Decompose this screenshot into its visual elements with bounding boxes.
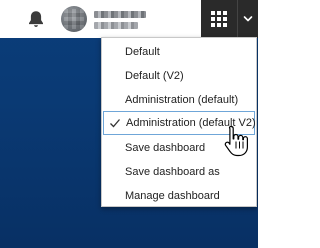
menu-item-label: Administration (default): [125, 94, 239, 106]
menu-item-default-v2[interactable]: Default (V2): [102, 64, 256, 88]
checkmark-icon: [110, 119, 120, 128]
dashboard-menu: Default Default (V2) Administration (def…: [101, 37, 257, 207]
menu-item-label: Default: [125, 46, 160, 58]
chevron-down-icon: [243, 16, 253, 22]
user-subtitle: [94, 22, 138, 29]
apps-button[interactable]: [201, 0, 237, 38]
user-info[interactable]: [94, 9, 150, 31]
user-avatar[interactable]: [61, 6, 87, 32]
grid-icon: [211, 11, 227, 27]
dashboard-menu-toggle[interactable]: [237, 0, 258, 38]
user-name: [94, 11, 146, 18]
menu-item-label: Manage dashboard: [125, 190, 220, 202]
hand-pointer-icon: [224, 125, 248, 157]
menu-item-administration-default[interactable]: Administration (default): [102, 88, 256, 112]
bell-icon[interactable]: [26, 9, 46, 29]
menu-item-label: Default (V2): [125, 70, 184, 82]
top-bar: [0, 0, 258, 38]
screen: Default Default (V2) Administration (def…: [0, 0, 258, 248]
menu-item-label: Save dashboard as: [125, 166, 220, 178]
menu-item-manage-dashboard[interactable]: Manage dashboard: [102, 184, 256, 208]
menu-item-default[interactable]: Default: [102, 40, 256, 64]
menu-item-label: Save dashboard: [125, 142, 206, 154]
menu-item-save-dashboard-as[interactable]: Save dashboard as: [102, 160, 256, 184]
